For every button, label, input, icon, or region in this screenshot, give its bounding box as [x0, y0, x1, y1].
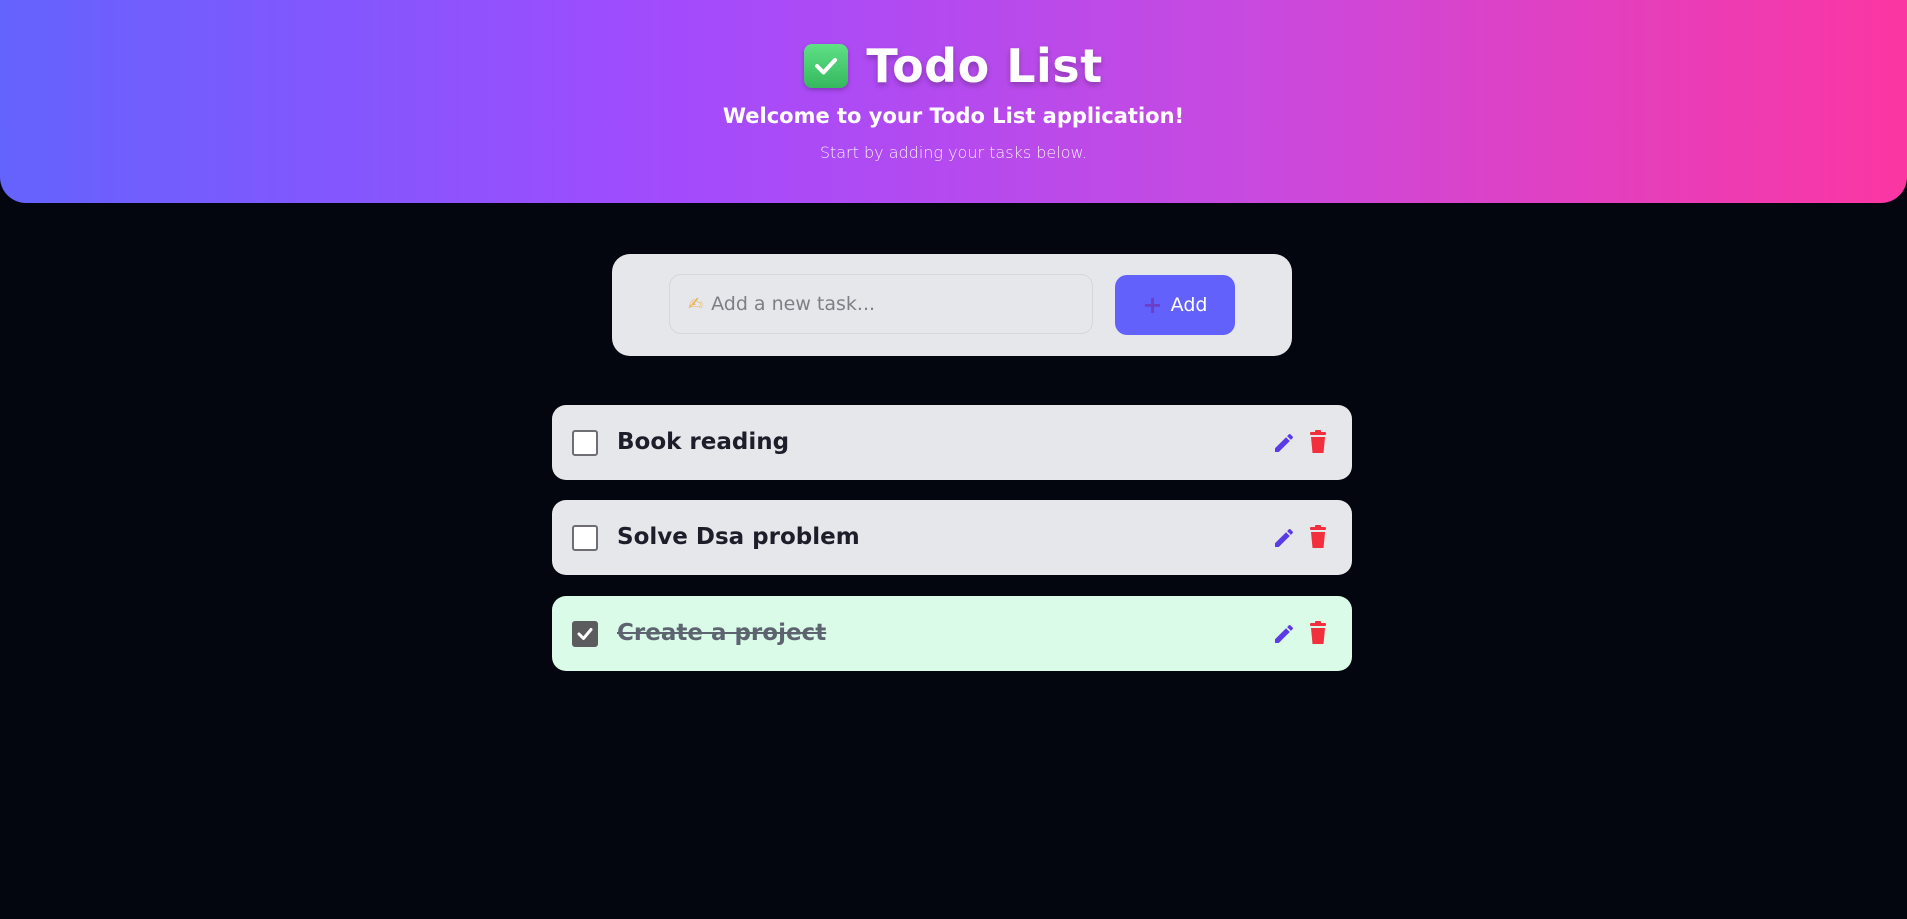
todo-checkbox[interactable]: [572, 430, 598, 456]
add-button-label: Add: [1170, 294, 1208, 316]
todo-text: Solve Dsa problem: [617, 524, 860, 550]
todo-checkbox[interactable]: [572, 525, 598, 551]
writing-hand-icon: ✍: [688, 293, 704, 315]
trash-icon[interactable]: [1307, 430, 1329, 454]
title-row: Todo List: [0, 38, 1907, 94]
new-task-placeholder: Add a new task...: [711, 293, 876, 315]
new-task-input[interactable]: ✍ Add a new task...: [669, 274, 1093, 334]
page-title: Todo List: [866, 39, 1103, 93]
todo-item-completed: Create a project: [552, 596, 1352, 671]
todo-item: Solve Dsa problem: [552, 500, 1352, 575]
todo-text: Book reading: [617, 429, 790, 455]
add-task-button[interactable]: + Add: [1115, 275, 1235, 335]
trash-icon[interactable]: [1307, 621, 1329, 645]
pencil-icon[interactable]: [1272, 431, 1296, 455]
trash-icon[interactable]: [1307, 525, 1329, 549]
welcome-message: Welcome to your Todo List application!: [722, 104, 1185, 128]
todo-text: Create a project: [617, 620, 827, 646]
pencil-icon[interactable]: [1272, 622, 1296, 646]
checkmark-icon: [577, 628, 593, 640]
pencil-icon[interactable]: [1272, 526, 1296, 550]
app-header: Todo List Welcome to your Todo List appl…: [0, 0, 1907, 203]
instruction-text: Start by adding your tasks below.: [819, 143, 1088, 162]
check-box-icon: [804, 44, 849, 88]
todo-checkbox-checked[interactable]: [572, 621, 598, 647]
todo-item: Book reading: [552, 405, 1352, 480]
plus-icon: +: [1142, 291, 1163, 319]
add-task-panel: ✍ Add a new task... + Add: [612, 254, 1292, 356]
